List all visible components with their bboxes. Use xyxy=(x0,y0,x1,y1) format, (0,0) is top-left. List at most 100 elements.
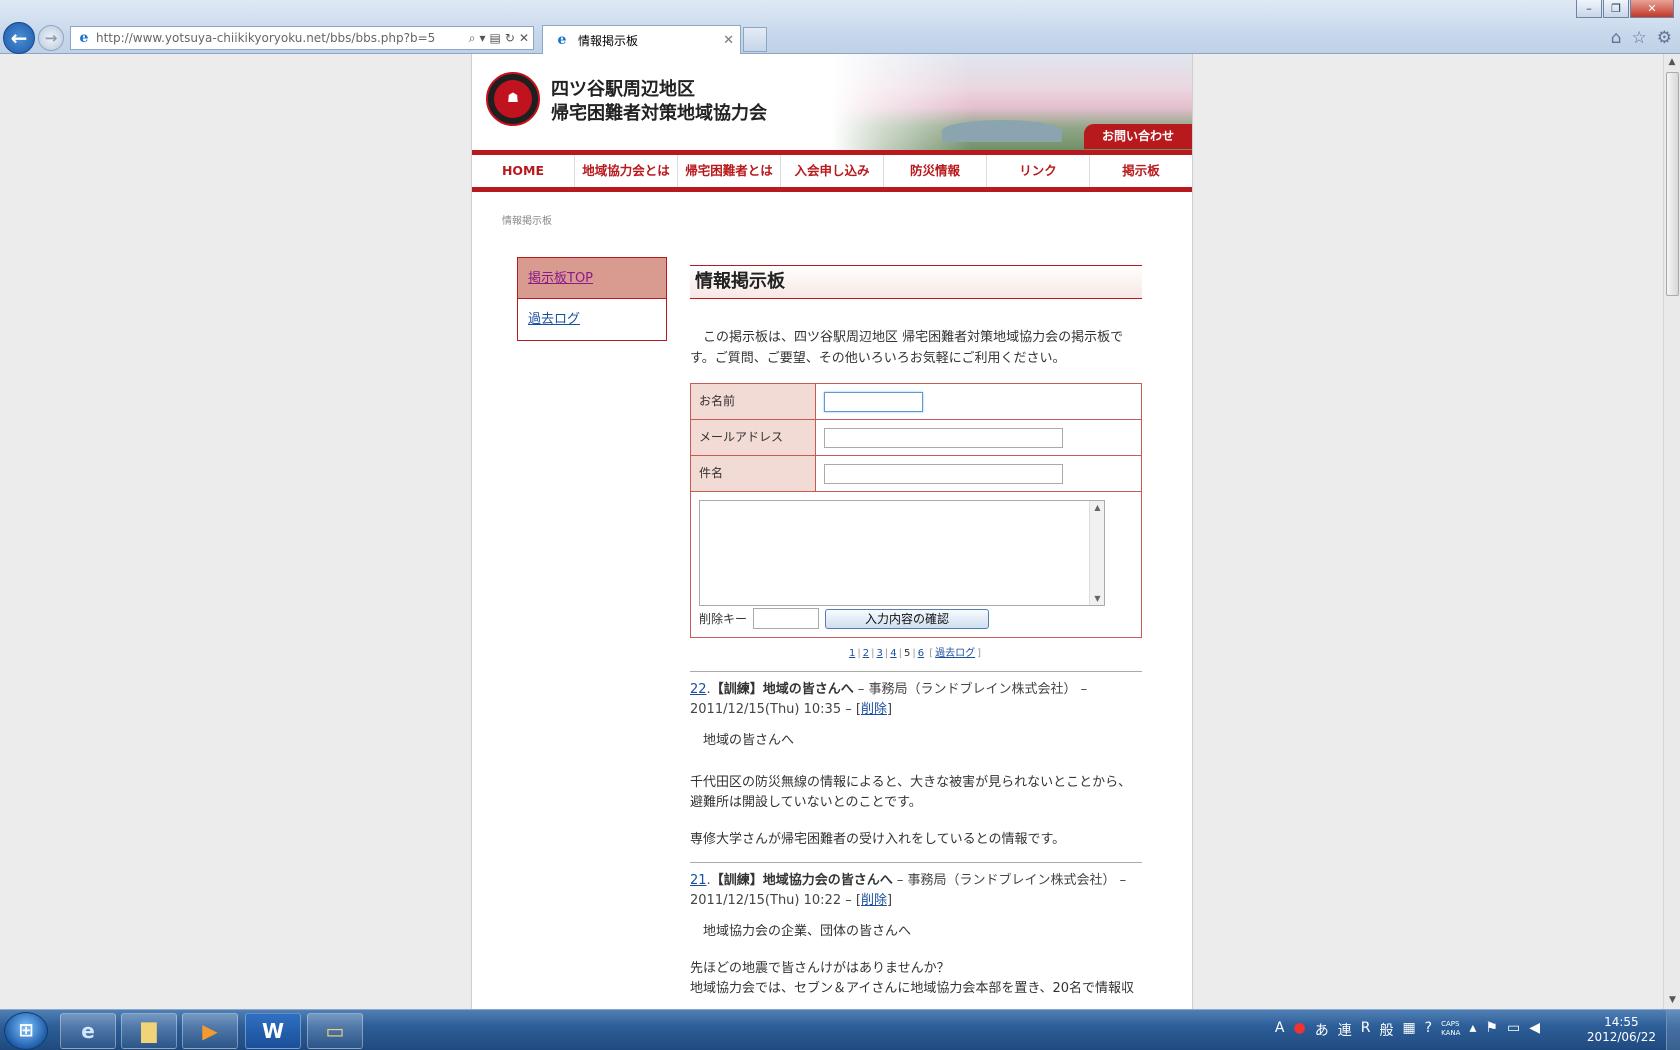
ie-taskbar-icon[interactable]: e xyxy=(60,1013,116,1049)
post-number-link[interactable]: 21 xyxy=(690,873,707,888)
past-log-link[interactable]: 過去ログ xyxy=(935,648,975,659)
tab-title: 情報掲示板 xyxy=(578,33,639,48)
new-tab-button[interactable] xyxy=(743,27,767,52)
nav-disaster-info[interactable]: 防災情報 xyxy=(884,155,987,187)
forward-button[interactable]: → xyxy=(38,25,64,51)
maximize-button[interactable]: ❐ xyxy=(1603,0,1629,18)
tab-close-icon[interactable]: ✕ xyxy=(723,33,740,48)
dropdown-icon[interactable]: ▾ xyxy=(480,31,486,46)
settings-gear-icon[interactable]: ⚙ xyxy=(1657,28,1672,48)
tab-active[interactable]: e 情報掲示板 ✕ xyxy=(542,25,741,54)
post-date: 2011/12/15(Thu) 10:35 – xyxy=(690,702,852,717)
site-container: ☗ 四ツ谷駅周辺地区 帰宅困難者対策地域協力会 お問い合わせ HOME 地域協力… xyxy=(471,54,1193,1009)
page-link-4[interactable]: 4 xyxy=(890,648,896,659)
delete-link[interactable]: 削除 xyxy=(861,893,887,908)
email-input[interactable] xyxy=(824,427,1063,448)
favorites-star-icon[interactable]: ☆ xyxy=(1632,28,1647,48)
global-nav: HOME 地域協力会とは 帰宅困難者とは 入会申し込み 防災情報 リンク 掲示板 xyxy=(472,150,1192,192)
nav-membership[interactable]: 入会申し込み xyxy=(781,155,884,187)
address-bar[interactable]: e http://www.yotsuya-chiikikyoryoku.net/… xyxy=(70,26,534,50)
word-taskbar-icon[interactable]: W xyxy=(245,1013,301,1049)
compat-view-icon[interactable]: ▤ xyxy=(490,31,501,46)
subject-input[interactable] xyxy=(824,463,1063,484)
post-body: 地域協力会の企業、団体の皆さんへ 先ほどの地震で皆さんけがはありませんか？ 地域… xyxy=(690,922,1142,999)
back-button[interactable]: ← xyxy=(3,22,35,54)
action-center-flag-icon[interactable]: ⚑ xyxy=(1485,1020,1498,1040)
stop-icon[interactable]: ✕ xyxy=(519,31,529,46)
start-button[interactable]: ⊞ xyxy=(4,1012,48,1050)
post-header: 21.【訓練】地域協力会の皆さんへ – 事務局（ランドブレイン株式会社） – 2… xyxy=(690,873,1127,908)
page-link-3[interactable]: 3 xyxy=(876,648,882,659)
ime-r[interactable]: R xyxy=(1361,1020,1371,1040)
name-input[interactable] xyxy=(824,391,923,412)
post-greeting: 地域の皆さんへ xyxy=(703,733,795,748)
contact-button[interactable]: お問い合わせ xyxy=(1084,124,1192,149)
site-logo[interactable]: ☗ xyxy=(486,72,540,126)
help-icon[interactable]: ? xyxy=(1425,1020,1432,1040)
site-title-line2: 帰宅困難者対策地域協力会 xyxy=(551,103,767,124)
refresh-icon[interactable]: ↻ xyxy=(505,31,515,46)
name-row: お名前 xyxy=(691,384,1141,420)
delete-key-label: 削除キー xyxy=(699,612,748,626)
page-link-6[interactable]: 6 xyxy=(918,648,924,659)
post-paragraph: 千代田区の防災無線の情報によると、大きな被害が見られないとことから、避難所は開設… xyxy=(690,775,1132,810)
page-scrollbar[interactable]: ▲ ▼ xyxy=(1663,54,1680,1009)
ime-ren[interactable]: 連 xyxy=(1338,1020,1352,1040)
clock-date: 2012/06/22 xyxy=(1586,1030,1656,1044)
nav-stranded-commuters[interactable]: 帰宅困難者とは xyxy=(678,155,781,187)
textarea-scrollbar[interactable]: ▲ ▼ xyxy=(1089,501,1104,605)
nav-home[interactable]: HOME xyxy=(472,155,575,187)
clock[interactable]: 14:55 2012/06/22 xyxy=(1587,1015,1656,1045)
taskbar: ⊞ e ▇ ▶ W ▭ A ● あ 連 R 般 ▦ ? CAPS KANA ▴ ⚑… xyxy=(0,1009,1680,1050)
browser-tools: ⌂ ☆ ⚙ xyxy=(1611,28,1672,48)
subject-row: 件名 xyxy=(691,456,1141,492)
post-paragraph: 先ほどの地震で皆さんけがはありませんか？ xyxy=(690,961,950,976)
ime-han[interactable]: 般 xyxy=(1379,1020,1393,1040)
explorer-taskbar-icon[interactable]: ▇ xyxy=(121,1013,177,1049)
system-tray: A ● あ 連 R 般 ▦ ? CAPS KANA ▴ ⚑ ▭ ◀ xyxy=(1275,1020,1540,1040)
scroll-up-icon[interactable]: ▲ xyxy=(1664,54,1680,71)
post-author: – 事務局（ランドブレイン株式会社） – xyxy=(892,873,1127,888)
search-icon[interactable]: ⌕ xyxy=(469,31,476,46)
post-date: 2011/12/15(Thu) 10:22 – xyxy=(690,893,852,908)
delete-link[interactable]: 削除 xyxy=(861,702,887,717)
nav-about[interactable]: 地域協力会とは xyxy=(575,155,678,187)
media-player-taskbar-icon[interactable]: ▶ xyxy=(182,1013,238,1049)
ime-record-icon[interactable]: ● xyxy=(1293,1020,1305,1040)
network-icon[interactable]: ▭ xyxy=(1507,1020,1520,1040)
sidebar-item-bbs-top[interactable]: 掲示板TOP xyxy=(518,258,666,299)
nav-bbs[interactable]: 掲示板 xyxy=(1090,155,1192,187)
page-title: 情報掲示板 xyxy=(690,265,1142,299)
post-item: 22.【訓練】地域の皆さんへ – 事務局（ランドブレイン株式会社） – 2011… xyxy=(690,671,1142,850)
url-text[interactable]: http://www.yotsuya-chiikikyoryoku.net/bb… xyxy=(96,31,469,45)
tab-favicon-icon: e xyxy=(557,32,567,48)
post-number-link[interactable]: 22 xyxy=(690,682,707,697)
sidebar-item-past-log[interactable]: 過去ログ xyxy=(518,299,666,340)
volume-icon[interactable]: ◀ xyxy=(1529,1020,1540,1040)
site-header: ☗ 四ツ谷駅周辺地区 帰宅困難者対策地域協力会 お問い合わせ xyxy=(472,54,1192,151)
scroll-down-icon[interactable]: ▼ xyxy=(1090,594,1105,603)
scrollbar-thumb[interactable] xyxy=(1666,72,1679,296)
message-textarea[interactable]: ▲ ▼ xyxy=(699,500,1105,606)
close-window-button[interactable]: ✕ xyxy=(1630,0,1674,18)
confirm-button[interactable]: 入力内容の確認 xyxy=(825,608,990,629)
browser-chrome: – ❐ ✕ ← → e http://www.yotsuya-chiikikyo… xyxy=(0,0,1680,54)
minimize-button[interactable]: – xyxy=(1576,0,1602,18)
tray-expand-icon[interactable]: ▴ xyxy=(1469,1020,1476,1040)
ime-acrobat-icon[interactable]: A xyxy=(1275,1020,1285,1040)
ime-mode[interactable]: あ xyxy=(1315,1020,1329,1040)
post-form: お名前 メールアドレス 件名 ▲ ▼ 削除キー 入力内容の確認 xyxy=(690,383,1142,638)
post-subject: 【訓練】地域協力会の皆さんへ xyxy=(710,873,893,888)
scroll-up-icon[interactable]: ▲ xyxy=(1090,503,1105,512)
scroll-down-icon[interactable]: ▼ xyxy=(1664,992,1680,1009)
folder-taskbar-icon[interactable]: ▭ xyxy=(307,1013,363,1049)
show-desktop-button[interactable] xyxy=(1666,1010,1680,1050)
delete-key-input[interactable] xyxy=(753,608,820,629)
post-author: – 事務局（ランドブレイン株式会社） – xyxy=(853,682,1088,697)
site-title[interactable]: 四ツ谷駅周辺地区 帰宅困難者対策地域協力会 xyxy=(551,78,767,126)
side-menu: 掲示板TOP 過去ログ xyxy=(517,257,667,341)
page-viewport: ☗ 四ツ谷駅周辺地区 帰宅困難者対策地域協力会 お問い合わせ HOME 地域協力… xyxy=(0,54,1663,1009)
nav-links[interactable]: リンク xyxy=(987,155,1090,187)
ime-pad-icon[interactable]: ▦ xyxy=(1402,1020,1415,1040)
home-icon[interactable]: ⌂ xyxy=(1611,28,1622,48)
